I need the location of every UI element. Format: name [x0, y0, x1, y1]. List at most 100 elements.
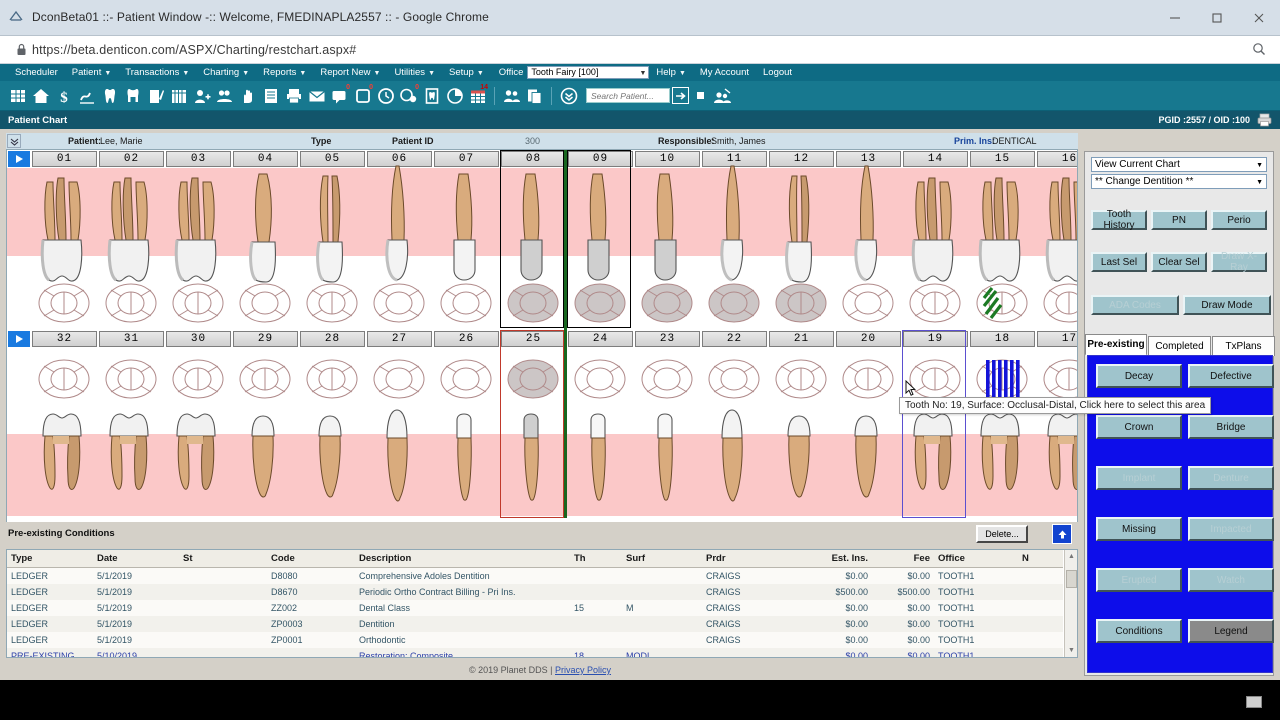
- hand-icon[interactable]: [237, 84, 258, 108]
- column-header-prdr[interactable]: Prdr: [702, 550, 790, 568]
- change-dentition-select[interactable]: ** Change Dentition ** ▼: [1091, 174, 1267, 189]
- occlusal-surface-12[interactable]: [773, 278, 829, 331]
- table-row[interactable]: LEDGER 5/1/2019 ZZ002 Dental Class 15 M CRAIGS…: [7, 599, 1063, 616]
- tooth-21[interactable]: [768, 348, 833, 516]
- tooth-number-30[interactable]: 30: [166, 331, 231, 347]
- tooth-number-22[interactable]: 22: [702, 331, 767, 347]
- tooth-16[interactable]: [1036, 168, 1077, 331]
- menu-item-logout[interactable]: Logout: [756, 64, 799, 81]
- menu-item-reports[interactable]: Reports ▼: [256, 64, 313, 81]
- collapse-up-button[interactable]: [1052, 524, 1072, 544]
- toolbar-square-icon[interactable]: [697, 92, 704, 99]
- print-icon[interactable]: [283, 84, 304, 108]
- column-header-description[interactable]: Description: [355, 550, 570, 568]
- grid-icon[interactable]: [7, 84, 28, 108]
- button-last-sel[interactable]: Last Sel: [1091, 252, 1147, 272]
- tooth-20[interactable]: [835, 348, 900, 516]
- privacy-policy-link[interactable]: Privacy Policy: [555, 665, 611, 675]
- note-icon[interactable]: 0: [352, 84, 373, 108]
- occlusal-surface-13[interactable]: [840, 278, 896, 331]
- occlusal-surface-03[interactable]: [170, 278, 226, 331]
- tab-completed[interactable]: Completed: [1148, 336, 1211, 356]
- tooth-15[interactable]: [969, 168, 1034, 328]
- occlusal-surface-16[interactable]: [1041, 278, 1077, 331]
- button-pn[interactable]: PN: [1151, 210, 1207, 230]
- chair-icon[interactable]: [122, 84, 143, 108]
- play-right-icon[interactable]: [8, 151, 30, 167]
- button-bridge[interactable]: Bridge: [1188, 415, 1274, 439]
- pencil-chart-icon[interactable]: [145, 84, 166, 108]
- column-header-st[interactable]: St: [179, 550, 267, 568]
- home-icon[interactable]: [30, 84, 51, 108]
- tooth-29[interactable]: [232, 348, 297, 516]
- tooth-17[interactable]: [1036, 348, 1077, 516]
- tooth-number-18[interactable]: 18: [970, 331, 1035, 347]
- tooth-01[interactable]: [31, 168, 96, 328]
- add-person-icon[interactable]: [191, 84, 212, 108]
- list-icon[interactable]: [260, 84, 281, 108]
- tooth-number-19[interactable]: 19: [903, 331, 968, 347]
- tooth-02[interactable]: [98, 168, 163, 328]
- button-missing[interactable]: Missing: [1096, 517, 1182, 541]
- tooth-30[interactable]: [165, 348, 230, 516]
- button-defective[interactable]: Defective: [1188, 364, 1274, 388]
- column-header-type[interactable]: Type: [7, 550, 93, 568]
- office-select[interactable]: Tooth Fairy [100] ▼: [527, 66, 650, 79]
- tooth-number-27[interactable]: 27: [367, 331, 432, 347]
- tooth-number-28[interactable]: 28: [300, 331, 365, 347]
- menu-item-utilities[interactable]: Utilities ▼: [387, 64, 442, 81]
- scroll-down-icon[interactable]: ▼: [1065, 644, 1077, 657]
- occlusal-surface-04[interactable]: [237, 278, 293, 331]
- grid-scrollbar[interactable]: ▲ ▼: [1064, 550, 1077, 657]
- occlusal-surface-14[interactable]: [907, 278, 963, 331]
- menu-item-patient[interactable]: Patient ▼: [65, 64, 119, 81]
- occlusal-surface-01[interactable]: [36, 278, 92, 331]
- search-magnifier-icon[interactable]: [1252, 42, 1266, 59]
- copy-person-icon[interactable]: [524, 84, 545, 108]
- tooth-32[interactable]: [31, 348, 96, 516]
- tooth-28[interactable]: [299, 348, 364, 516]
- occlusal-surface-05[interactable]: [304, 278, 360, 331]
- signature-icon[interactable]: [76, 84, 97, 108]
- button-crown[interactable]: Crown: [1096, 415, 1182, 439]
- menu-item-transactions[interactable]: Transactions ▼: [118, 64, 196, 81]
- dollar-icon[interactable]: $: [53, 84, 74, 108]
- button-draw-mode[interactable]: Draw Mode: [1183, 295, 1271, 315]
- table-row[interactable]: LEDGER 5/1/2019 ZP0001 Orthodontic CRAIGS $0.…: [7, 631, 1063, 648]
- tooth-23[interactable]: [634, 348, 699, 516]
- view-chart-select[interactable]: View Current Chart ▼: [1091, 157, 1267, 172]
- occlusal-surface-15[interactable]: [974, 278, 1030, 331]
- play-right-icon[interactable]: [8, 331, 30, 347]
- clock-person-icon[interactable]: 0: [398, 84, 419, 108]
- button-legend[interactable]: Legend: [1188, 619, 1274, 643]
- column-header-fee[interactable]: Fee: [872, 550, 934, 568]
- close-button[interactable]: [1238, 0, 1280, 36]
- pie-icon[interactable]: [444, 84, 465, 108]
- patient-expander-button[interactable]: [7, 134, 21, 148]
- tooth-number-29[interactable]: 29: [233, 331, 298, 347]
- tooth-number-21[interactable]: 21: [769, 331, 834, 347]
- tooth-03[interactable]: [165, 168, 230, 328]
- column-header-surf[interactable]: Surf: [622, 550, 702, 568]
- tooth-04[interactable]: [232, 168, 297, 328]
- button-perio[interactable]: Perio: [1211, 210, 1267, 230]
- column-header-n[interactable]: N: [1018, 550, 1063, 568]
- tooth-09[interactable]: [567, 168, 632, 328]
- arrow-right-icon[interactable]: [672, 87, 689, 104]
- tooth-06[interactable]: [366, 165, 431, 328]
- column-header-code[interactable]: Code: [267, 550, 355, 568]
- ledger-icon[interactable]: [168, 84, 189, 108]
- tooth-13[interactable]: [835, 165, 900, 331]
- button-decay[interactable]: Decay: [1096, 364, 1182, 388]
- scroll-up-icon[interactable]: ▲: [1065, 550, 1077, 563]
- menu-item-scheduler[interactable]: Scheduler: [8, 64, 65, 81]
- tooth-19[interactable]: [902, 348, 967, 516]
- column-header-est_ins[interactable]: Est. Ins.: [790, 550, 872, 568]
- tooth-icon[interactable]: [99, 84, 120, 108]
- delete-button[interactable]: Delete...: [976, 525, 1028, 543]
- tooth-number-25[interactable]: 25: [501, 331, 566, 347]
- team-tools-icon[interactable]: [711, 84, 732, 108]
- tooth-10[interactable]: [634, 168, 699, 328]
- chevron-down-icon[interactable]: [558, 84, 579, 108]
- column-header-th[interactable]: Th: [570, 550, 622, 568]
